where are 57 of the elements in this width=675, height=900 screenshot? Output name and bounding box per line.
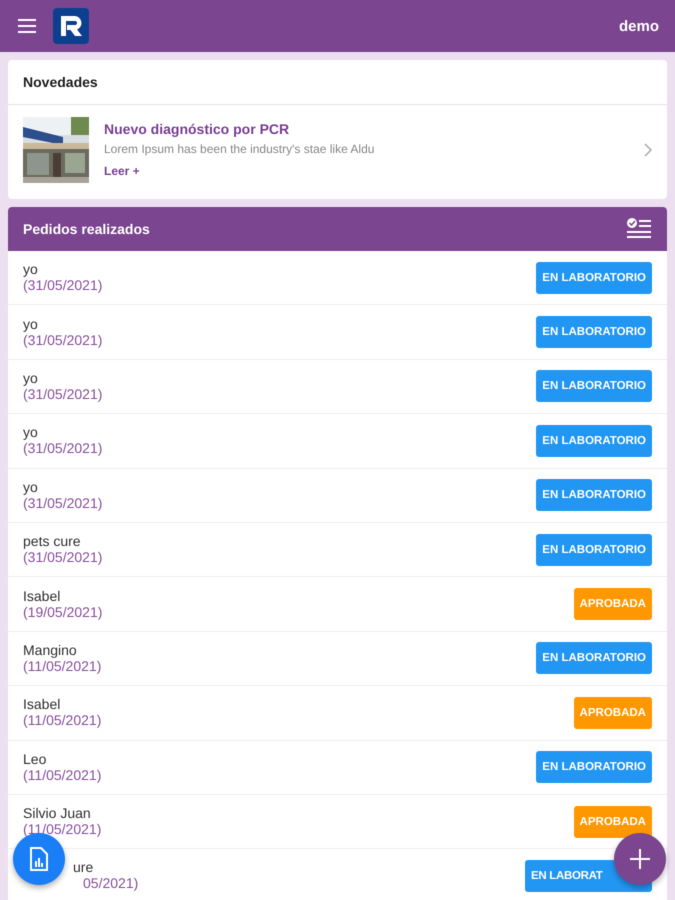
order-date: (31/05/2021)	[23, 494, 102, 511]
order-name: ure	[73, 860, 94, 876]
order-row[interactable]: yo (31/05/2021) EN LABORATORIO	[8, 360, 667, 414]
order-row[interactable]: yo (31/05/2021) EN LABORATORIO	[8, 414, 667, 469]
order-row[interactable]: Isabel (11/05/2021) APROBADA	[8, 686, 667, 741]
order-date: 05/2021)	[82, 875, 138, 892]
document-chart-icon	[29, 847, 49, 871]
order-date: (11/05/2021)	[23, 766, 102, 783]
news-item[interactable]: Nuevo diagnóstico por PCR Lorem Ipsum has been the industry's stae like Aldu Leer +	[8, 105, 667, 199]
order-date: (31/05/2021)	[23, 332, 102, 348]
orders-title: Pedidos realizados	[23, 221, 150, 237]
order-name: yo	[23, 370, 39, 386]
order-name: Isabel	[23, 588, 62, 604]
news-headline: Nuevo diagnóstico por PCR	[104, 120, 290, 136]
order-name: Leo	[23, 752, 48, 767]
order-name: yo	[23, 480, 39, 495]
status-badge: EN LABORATORIO	[536, 479, 652, 512]
order-row[interactable]: Leo (11/05/2021) EN LABORATORIO	[8, 740, 667, 795]
order-name: yo	[23, 262, 39, 278]
order-date: (19/05/2021)	[23, 604, 102, 620]
status-badge: APROBADA	[574, 806, 652, 838]
status-badge: EN LABORATORIO	[536, 751, 652, 784]
checklist-icon[interactable]	[627, 218, 651, 240]
order-name: yo	[23, 316, 39, 332]
status-badge: APROBADA	[574, 696, 652, 729]
read-more-link[interactable]: Leer +	[104, 164, 140, 178]
order-date: (31/05/2021)	[23, 386, 102, 402]
user-name[interactable]: demo	[618, 18, 659, 34]
status-badge: APROBADA	[574, 588, 652, 620]
news-summary: Lorem Ipsum has been the industry's stae like Aldu	[104, 142, 376, 156]
order-date: (11/05/2021)	[23, 658, 102, 674]
status-badge: EN LABORATORIO	[536, 424, 652, 457]
order-name: Isabel	[23, 697, 62, 712]
status-badge: EN LABORATORIO	[536, 316, 652, 348]
order-name: Silvio Juan	[23, 806, 92, 822]
order-row[interactable]: yo (31/05/2021) EN LABORATORIO	[8, 305, 667, 360]
order-row[interactable]: yo (31/05/2021) EN LABORATORIO	[8, 468, 667, 523]
order-date: (11/05/2021)	[23, 712, 102, 728]
order-name: pets cure	[23, 534, 82, 550]
plus-icon	[630, 849, 650, 869]
order-date: (31/05/2021)	[23, 549, 102, 566]
order-row[interactable]: yo (31/05/2021) EN LABORATORIO	[8, 251, 667, 306]
menu-icon[interactable]	[18, 19, 36, 33]
logo-icon	[53, 8, 89, 44]
order-date: (11/05/2021)	[23, 821, 102, 838]
order-row[interactable]: pets cure (31/05/2021) EN LABORATORIO	[8, 522, 667, 578]
status-badge: EN LABORATORIO	[536, 370, 652, 402]
order-name: yo	[23, 425, 39, 440]
order-row[interactable]: Mangino (11/05/2021) EN LABORATORIO	[8, 632, 667, 686]
status-badge: EN LABORATORIO	[536, 262, 652, 294]
order-date: (31/05/2021)	[23, 277, 102, 294]
order-name: Mangino	[23, 642, 78, 658]
order-date: (31/05/2021)	[23, 440, 102, 456]
status-badge: EN LABORATORIO	[536, 534, 652, 566]
status-badge: EN LABORATORIO	[536, 642, 652, 674]
order-row[interactable]: Isabel (19/05/2021) APROBADA	[8, 577, 667, 632]
news-title: Novedades	[8, 60, 667, 105]
